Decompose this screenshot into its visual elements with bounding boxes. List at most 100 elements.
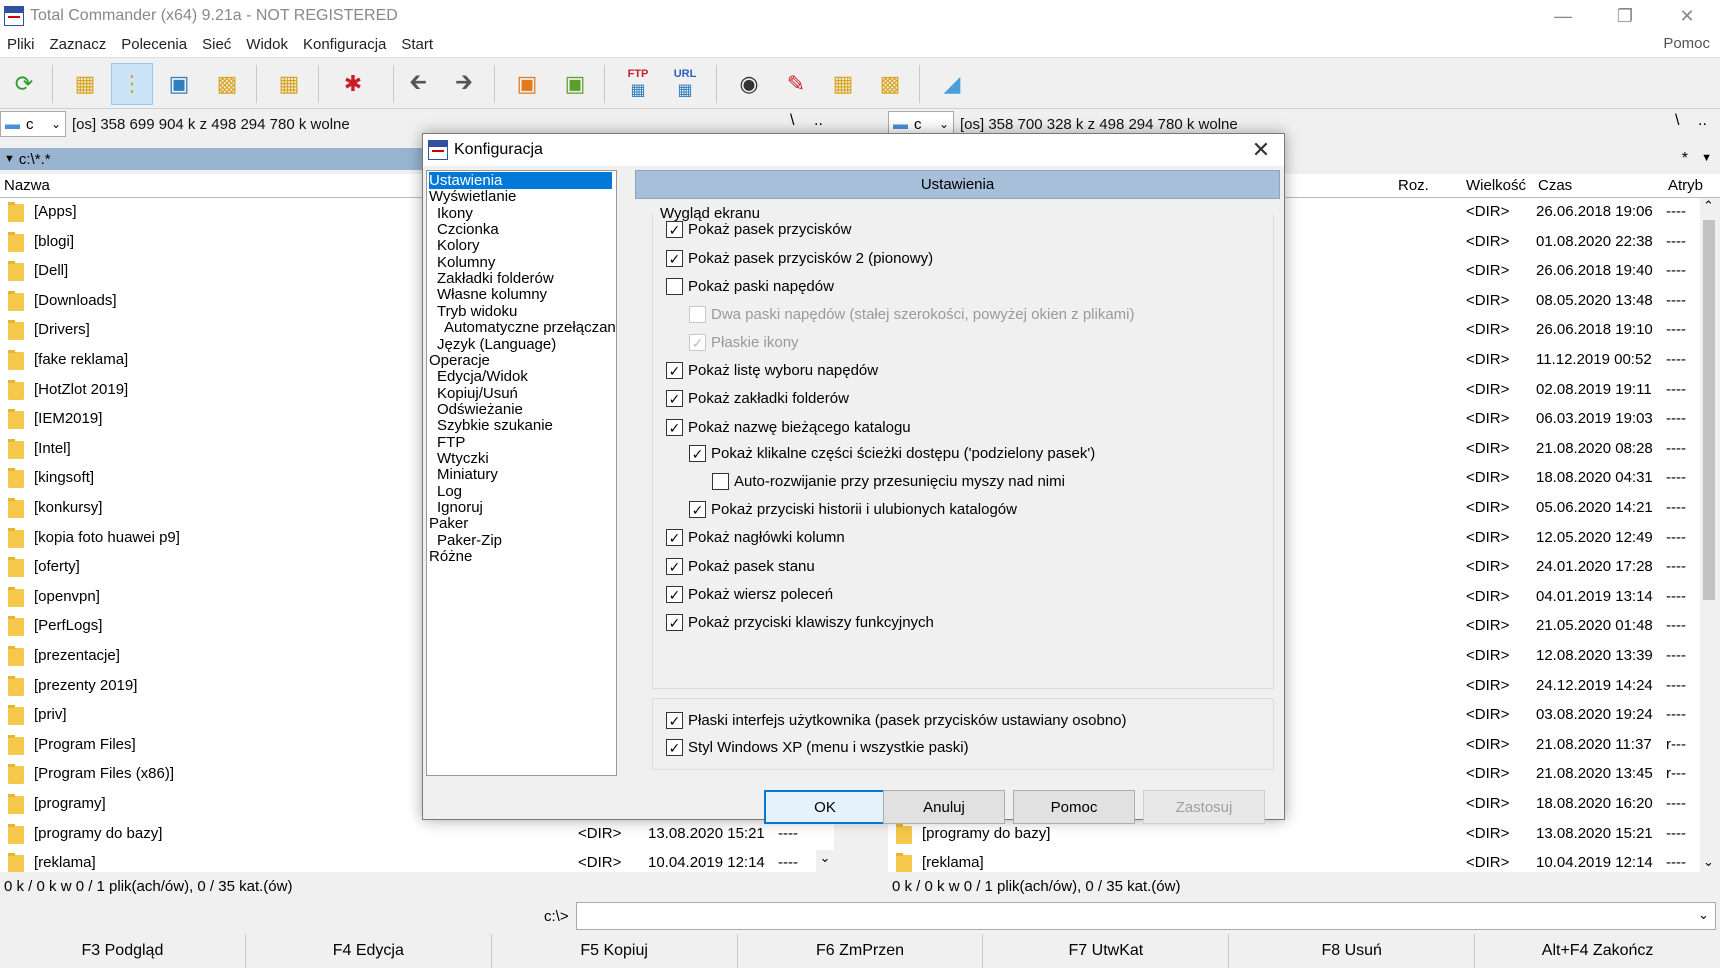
ok-button[interactable]: OK <box>764 790 886 824</box>
right-up-button[interactable]: .. <box>1698 112 1707 130</box>
scroll-thumb[interactable] <box>1703 220 1715 600</box>
close-button[interactable]: ✕ <box>1663 0 1711 32</box>
tree-item[interactable]: Ustawienia <box>429 172 612 189</box>
command-input[interactable]: ⌄ <box>576 902 1716 930</box>
checkmark-icon[interactable]: ✓ <box>689 501 706 518</box>
tree-item[interactable]: Szybkie szukanie <box>437 417 553 434</box>
menu-pomoc[interactable]: Pomoc <box>1663 35 1710 52</box>
left-drive-select[interactable]: ▬ c ⌄ <box>0 111 66 137</box>
checkmark-icon[interactable]: ✓ <box>666 390 683 407</box>
option-checkbox[interactable]: Pokaż paski napędów <box>666 278 834 295</box>
pack-button[interactable]: ▣ <box>506 63 548 105</box>
f4-edit-button[interactable]: F4 Edycja <box>245 934 492 968</box>
right-scrollbar[interactable]: ⌃ ⌄ <box>1700 198 1718 874</box>
option-checkbox[interactable]: ✓ Pokaż nagłówki kolumn <box>666 529 845 546</box>
tree-item[interactable]: Wtyczki <box>437 450 489 467</box>
tree-item[interactable]: FTP <box>437 434 465 451</box>
checkmark-icon[interactable]: ✓ <box>666 558 683 575</box>
left-scroll-down[interactable]: ⌄ <box>816 850 834 874</box>
compare-dirs-button[interactable]: ▦ <box>822 63 864 105</box>
col-ext[interactable]: Roz. <box>1398 177 1429 194</box>
checkbox-empty-icon[interactable] <box>666 278 683 295</box>
option-checkbox[interactable]: ✓ Pokaż wiersz poleceń <box>666 586 833 603</box>
right-root-button[interactable]: \ <box>1675 112 1679 130</box>
chevron-down-icon[interactable]: ⌄ <box>1698 907 1709 923</box>
f7-mkdir-button[interactable]: F7 UtwKat <box>983 934 1230 968</box>
checkmark-icon[interactable]: ✓ <box>689 334 706 351</box>
checkmark-icon[interactable]: ✓ <box>666 362 683 379</box>
option-checkbox[interactable]: ✓ Pokaż pasek stanu <box>666 558 815 575</box>
tree-item[interactable]: Miniatury <box>437 466 498 483</box>
brief-view-button[interactable]: ▦ <box>64 63 106 105</box>
tree-item[interactable]: Zakładki folderów <box>437 270 554 287</box>
altf4-exit-button[interactable]: Alt+F4 Zakończ <box>1475 934 1720 968</box>
option-checkbox[interactable]: ✓ Pokaż pasek przycisków 2 (pionowy) <box>666 250 933 267</box>
file-row[interactable]: [programy do bazy] <DIR> 13.08.2020 15:21-… <box>888 820 1700 850</box>
tree-item[interactable]: Różne <box>429 548 472 565</box>
copy-names-button[interactable]: ▩ <box>869 63 911 105</box>
dialog-close-button[interactable]: ✕ <box>1246 136 1276 164</box>
minimize-button[interactable]: — <box>1539 0 1587 32</box>
checkmark-icon[interactable]: ✓ <box>666 712 683 729</box>
f8-delete-button[interactable]: F8 Usuń <box>1229 934 1476 968</box>
left-up-button[interactable]: .. <box>814 112 823 130</box>
tree-item[interactable]: Kolumny <box>437 254 495 271</box>
refresh-button[interactable]: ⟳ <box>3 63 45 105</box>
option-checkbox[interactable]: ✓ Pokaż klikalne części ścieżki dostępu (… <box>689 445 1095 462</box>
style-checkbox[interactable]: ✓ Styl Windows XP (menu i wszystkie paski… <box>666 739 969 756</box>
tree-item[interactable]: Operacje <box>429 352 490 369</box>
tree-item[interactable]: Własne kolumny <box>437 286 547 303</box>
cancel-button[interactable]: Anuluj <box>883 790 1005 824</box>
option-checkbox[interactable]: ✓ Pokaż przyciski historii i ulubionych k… <box>689 501 1017 518</box>
select-button[interactable]: ✱ <box>332 63 374 105</box>
checkmark-icon[interactable]: ✓ <box>666 586 683 603</box>
checkmark-icon[interactable]: ✓ <box>689 445 706 462</box>
ftp-connect-button[interactable]: FTP ▦ <box>617 63 659 105</box>
tree-item[interactable]: Tryb widoku <box>437 303 517 320</box>
option-checkbox[interactable]: ✓ Pokaż przyciski klawiszy funkcyjnych <box>666 614 934 631</box>
menu-widok[interactable]: Widok <box>239 36 296 53</box>
menu-start[interactable]: Start <box>394 36 441 53</box>
option-checkbox[interactable]: ✓ Pokaż pasek przycisków <box>666 221 851 238</box>
tree-item[interactable]: Odświeżanie <box>437 401 523 418</box>
detailed-view-button[interactable]: ⋮ <box>111 63 153 105</box>
checkmark-icon[interactable]: ✓ <box>666 739 683 756</box>
tree-item[interactable]: Paker-Zip <box>437 532 502 549</box>
checkbox-empty-icon[interactable] <box>689 306 706 323</box>
tree-item[interactable]: Język (Language) <box>437 336 556 353</box>
option-checkbox[interactable]: Auto-rozwijanie przy przesunięciu myszy … <box>712 473 1065 490</box>
tree-item[interactable]: Paker <box>429 515 468 532</box>
menu-zaznacz[interactable]: Zaznacz <box>43 36 115 53</box>
style-checkbox[interactable]: ✓ Płaski interfejs użytkownika (pasek prz… <box>666 712 1127 729</box>
col-size[interactable]: Wielkość <box>1466 177 1526 194</box>
tree-item[interactable]: Czcionka <box>437 221 499 238</box>
tree-item[interactable]: Kopiuj/Usuń <box>437 385 518 402</box>
restore-button[interactable]: ❐ <box>1601 0 1649 32</box>
menu-siec[interactable]: Sieć <box>195 36 239 53</box>
left-root-button[interactable]: \ <box>790 112 794 130</box>
tree-item[interactable]: Log <box>437 483 462 500</box>
f5-copy-button[interactable]: F5 Kopiuj <box>491 934 738 968</box>
f6-move-button[interactable]: F6 ZmPrzen <box>737 934 984 968</box>
forward-button[interactable]: 🡲 <box>443 63 485 105</box>
menu-konfiguracja[interactable]: Konfiguracja <box>296 36 394 53</box>
unpack-button[interactable]: ▣ <box>554 63 596 105</box>
help-button[interactable]: Pomoc <box>1013 790 1135 824</box>
option-checkbox[interactable]: ✓ Pokaż listę wyboru napędów <box>666 362 878 379</box>
menu-pliki[interactable]: Pliki <box>0 36 43 53</box>
checkbox-empty-icon[interactable] <box>712 473 729 490</box>
option-checkbox[interactable]: Dwa paski napędów (stałej szerokości, po… <box>689 306 1135 323</box>
apply-button[interactable]: Zastosuj <box>1143 790 1265 824</box>
chevron-down-icon[interactable]: ⌄ <box>1703 854 1714 870</box>
checkmark-icon[interactable]: ✓ <box>666 221 683 238</box>
sync-tree-button[interactable]: ▦ <box>268 63 310 105</box>
tree-item[interactable]: Ikony <box>437 205 473 222</box>
search-button[interactable]: ◉ <box>728 63 770 105</box>
col-name[interactable]: Nazwa <box>4 177 50 194</box>
tree-item[interactable]: Ignoruj <box>437 499 483 516</box>
chevron-up-icon[interactable]: ⌃ <box>1703 198 1714 214</box>
multi-rename-button[interactable]: ✎ <box>775 63 817 105</box>
file-row[interactable]: [reklama] <DIR> 10.04.2019 12:14 ---- <box>0 849 834 872</box>
option-checkbox[interactable]: ✓ Płaskie ikony <box>689 334 799 351</box>
thumbnails-button[interactable]: ▣ <box>158 63 200 105</box>
